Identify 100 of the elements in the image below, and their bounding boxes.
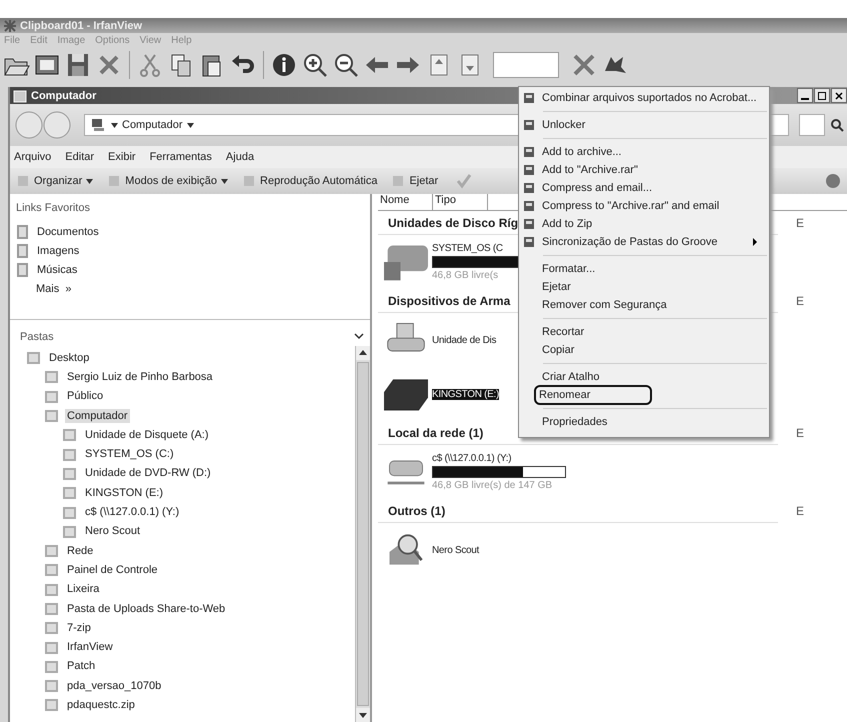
menu-item[interactable]: Sincronização de Pastas do Groove: [539, 235, 720, 249]
tree-item[interactable]: Desktop: [47, 350, 92, 365]
tree-item[interactable]: SYSTEM_OS (C:): [83, 447, 176, 462]
tree-item[interactable]: 7-zip: [65, 620, 93, 635]
tree-item[interactable]: Sergio Luiz de Pinho Barbosa: [65, 370, 215, 384]
info-icon[interactable]: [270, 51, 298, 79]
window-title: Computador: [31, 90, 96, 102]
menu-item[interactable]: Add to archive...: [539, 145, 624, 159]
folder-icon: [44, 640, 60, 655]
scrollbar[interactable]: [355, 346, 370, 722]
folder-icon: [16, 224, 30, 240]
tree-item[interactable]: Unidade de DVD-RW (D:): [83, 466, 213, 480]
menu-item[interactable]: Compress to "Archive.rar" and email: [539, 199, 722, 213]
drive-name[interactable]: Nero Scout: [432, 544, 480, 556]
maximize-button[interactable]: [814, 88, 830, 103]
folder-icon: [16, 242, 30, 258]
favorite-link[interactable]: Imagens: [37, 244, 80, 256]
menu-item[interactable]: Ajuda: [226, 151, 254, 163]
more-link[interactable]: Mais »: [36, 283, 72, 295]
tree-item[interactable]: IrfanView: [65, 640, 115, 654]
tree-item[interactable]: Patch: [65, 659, 98, 674]
group-heading: Dispositivos de Arma: [388, 294, 510, 308]
drive-name[interactable]: SYSTEM_OS (C: [432, 243, 503, 254]
folder-icon: [44, 369, 60, 384]
close-button[interactable]: [831, 88, 847, 103]
tree-item[interactable]: KINGSTON (E:): [83, 486, 166, 500]
tree-item[interactable]: Unidade de Disquete (A:): [83, 428, 211, 442]
folder-icon: [44, 582, 60, 597]
menu-item[interactable]: Add to "Archive.rar": [539, 163, 641, 177]
tree-item[interactable]: Painel de Controle: [65, 562, 160, 577]
menu-item[interactable]: Renomear: [534, 385, 652, 405]
computer-icon: [91, 118, 107, 132]
tree-item[interactable]: Computador: [65, 408, 130, 423]
menu-item[interactable]: Editar: [65, 151, 94, 163]
menu-item[interactable]: Arquivo: [14, 151, 52, 163]
folder-icon: [62, 466, 78, 481]
folder-icon: [62, 427, 78, 442]
zoom-in-icon[interactable]: [301, 51, 329, 79]
menu-item[interactable]: Compress and email...: [539, 181, 656, 195]
menu-item[interactable]: Exibir: [108, 151, 136, 163]
command-button[interactable]: Organizar: [16, 174, 94, 188]
tree-item[interactable]: Pasta de Uploads Share-to-Web: [65, 602, 228, 616]
tree-item[interactable]: Público: [65, 389, 106, 404]
menu-item[interactable]: Propriedades: [539, 415, 610, 429]
section-heading: Links Favoritos: [16, 202, 90, 214]
command-button[interactable]: Modos de exibição: [107, 174, 228, 188]
group-detail: E: [796, 216, 804, 230]
tree-item[interactable]: Lixeira: [65, 582, 102, 596]
tree-item[interactable]: pdaquestc.zip: [65, 698, 137, 712]
menu-item[interactable]: Recortar: [539, 325, 588, 339]
menu-item[interactable]: Unlocker: [539, 118, 588, 132]
menu-item[interactable]: Remover com Segurança: [539, 298, 670, 312]
column-header[interactable]: Tipo: [433, 194, 488, 210]
group-heading: Local da rede (1): [388, 426, 484, 440]
group-heading: Outros (1): [388, 504, 446, 518]
menu-item[interactable]: Copiar: [539, 343, 578, 357]
menu-item[interactable]: Add to Zip: [539, 217, 596, 231]
caret-icon: [86, 178, 94, 184]
folder-icon: [16, 262, 30, 278]
search-field[interactable]: [799, 114, 825, 136]
favorite-link[interactable]: Documentos: [37, 226, 99, 238]
caret-icon: [186, 122, 194, 128]
scroll-down-icon[interactable]: [356, 708, 370, 722]
folder-icon: [44, 562, 60, 578]
chevron-down-icon[interactable]: [354, 333, 364, 341]
free-space-text: 46,8 GB livre(s: [432, 270, 500, 281]
menu-item[interactable]: Ejetar: [539, 280, 574, 294]
app-logo-icon: [3, 18, 17, 32]
folder-icon: [62, 485, 78, 500]
zoom-out-icon[interactable]: [332, 51, 360, 79]
folder-icon: [44, 697, 60, 712]
caret-icon: [111, 122, 118, 128]
folder-icon: [62, 446, 78, 462]
tree-item[interactable]: c$ (\\127.0.0.1) (Y:): [83, 505, 182, 520]
menu-item[interactable]: Ferramentas: [150, 151, 212, 163]
scroll-up-icon[interactable]: [356, 346, 370, 360]
group-detail: E: [796, 294, 804, 308]
command-icon: [391, 174, 406, 188]
drive-name[interactable]: Unidade de Dis: [432, 334, 496, 346]
tree-item[interactable]: pda_versao_1070b: [65, 678, 164, 693]
drive-name[interactable]: c$ (\\127.0.0.1) (Y:): [432, 453, 512, 464]
command-button[interactable]: Reprodução Automática: [242, 174, 378, 188]
menu-item[interactable]: Combinar arquivos suportados no Acrobat...: [539, 91, 760, 105]
group-detail: E: [796, 504, 804, 518]
free-space-text: 46,8 GB livre(s) de 147 GB: [432, 480, 554, 491]
command-button[interactable]: Ejetar: [391, 174, 438, 188]
favorite-link[interactable]: Músicas: [37, 264, 78, 276]
column-header[interactable]: Nome: [378, 194, 433, 210]
search-icon[interactable]: [829, 117, 845, 133]
input-field[interactable]: [493, 52, 559, 78]
menu-item[interactable]: Formatar...: [539, 262, 598, 276]
menu-item[interactable]: Criar Atalho: [539, 370, 602, 384]
command-icon: [107, 174, 122, 188]
drive-name[interactable]: KINGSTON (E:): [432, 388, 500, 400]
tree-item[interactable]: Rede: [65, 544, 96, 558]
group-heading: Unidades de Disco Ríg: [388, 216, 518, 230]
minimize-button[interactable]: [797, 88, 813, 103]
tree-item[interactable]: Nero Scout: [83, 524, 142, 538]
checkmark-icon[interactable]: [456, 173, 472, 189]
address-text: Computador: [122, 119, 183, 131]
